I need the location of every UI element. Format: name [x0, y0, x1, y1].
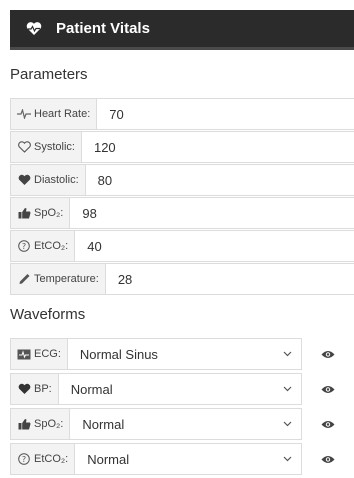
temperature-addon: Temperature: [11, 264, 106, 294]
temperature-input[interactable]: 28 [106, 264, 132, 294]
etco2-select-value: Normal [87, 451, 130, 467]
spo2-select[interactable]: Normal [70, 409, 301, 439]
svg-text:?: ? [22, 455, 26, 464]
eye-icon[interactable] [302, 408, 354, 440]
spo2-select-value: Normal [82, 416, 125, 432]
diastolic-label: Diastolic: [34, 174, 79, 186]
bp-select[interactable]: Normal [59, 374, 301, 404]
temperature-label: Temperature: [34, 273, 99, 285]
bp-label: BP: [34, 383, 52, 395]
eye-icon[interactable] [302, 338, 354, 370]
eye-icon[interactable] [302, 443, 354, 475]
thumbs-up-icon [17, 417, 31, 431]
diastolic-input[interactable]: 80 [86, 165, 112, 195]
etco2-input[interactable]: 40 [75, 231, 101, 261]
question-circle-icon: ? [17, 239, 31, 253]
ecg-select-group: ECG: Normal Sinus [10, 338, 302, 370]
heart-solid-icon [17, 173, 31, 187]
etco2-wave-label: EtCO₂: [34, 453, 69, 465]
heart-rate-addon: Heart Rate: [11, 99, 98, 129]
ecg-addon: ECG: [11, 339, 68, 369]
bp-addon: BP: [11, 374, 59, 404]
ecg-select-value: Normal Sinus [79, 346, 158, 362]
spo2-addon: SpO₂: [11, 198, 71, 228]
waveforms-heading: Waveforms [10, 306, 86, 323]
systolic-label: Systolic: [34, 141, 75, 153]
heart-pulse-icon [26, 21, 42, 37]
question-circle-icon: ? [17, 452, 31, 466]
etco2-label: EtCO₂: [34, 240, 69, 252]
heart-rate-label: Heart Rate: [34, 108, 91, 120]
diastolic-field: Diastolic: 80 [10, 164, 354, 196]
bp-select-value: Normal [70, 381, 113, 397]
spo2-field: SpO₂: 98 [10, 197, 354, 229]
chevron-down-icon [283, 349, 293, 359]
chevron-down-icon [283, 419, 293, 429]
svg-text:?: ? [22, 242, 26, 251]
diastolic-addon: Diastolic: [11, 165, 86, 195]
heart-rate-field: Heart Rate: 70 [10, 98, 354, 130]
parameters-heading: Parameters [10, 66, 88, 83]
systolic-addon: Systolic: [11, 132, 82, 162]
heart-outline-icon [17, 140, 31, 154]
etco2-waveform-row: ? EtCO₂: Normal [10, 443, 354, 475]
ecg-label: ECG: [34, 348, 61, 360]
chevron-down-icon [283, 384, 293, 394]
spo2-wave-addon: SpO₂: [11, 409, 71, 439]
etco2-select-group: ? EtCO₂: Normal [10, 443, 302, 475]
systolic-input[interactable]: 120 [82, 132, 116, 162]
etco2-addon: ? EtCO₂: [11, 231, 76, 261]
monitor-icon [17, 347, 31, 361]
systolic-field: Systolic: 120 [10, 131, 354, 163]
spo2-select-group: SpO₂: Normal [10, 408, 302, 440]
panel-header: Patient Vitals [10, 10, 354, 50]
ecg-waveform-row: ECG: Normal Sinus [10, 338, 354, 370]
heart-solid-icon [17, 382, 31, 396]
pulse-line-icon [17, 107, 31, 121]
eye-icon[interactable] [302, 373, 354, 405]
ecg-select[interactable]: Normal Sinus [68, 339, 301, 369]
spo2-input[interactable]: 98 [70, 198, 96, 228]
etco2-select[interactable]: Normal [75, 444, 301, 474]
thermometer-icon [17, 272, 31, 286]
bp-waveform-row: BP: Normal [10, 373, 354, 405]
heart-rate-input[interactable]: 70 [97, 99, 123, 129]
etco2-field: ? EtCO₂: 40 [10, 230, 354, 262]
spo2-wave-label: SpO₂: [34, 418, 64, 430]
etco2-wave-addon: ? EtCO₂: [11, 444, 76, 474]
chevron-down-icon [283, 454, 293, 464]
spo2-label: SpO₂: [34, 207, 64, 219]
thumbs-up-icon [17, 206, 31, 220]
bp-select-group: BP: Normal [10, 373, 302, 405]
panel-title: Patient Vitals [56, 20, 150, 37]
temperature-field: Temperature: 28 [10, 263, 354, 295]
spo2-waveform-row: SpO₂: Normal [10, 408, 354, 440]
